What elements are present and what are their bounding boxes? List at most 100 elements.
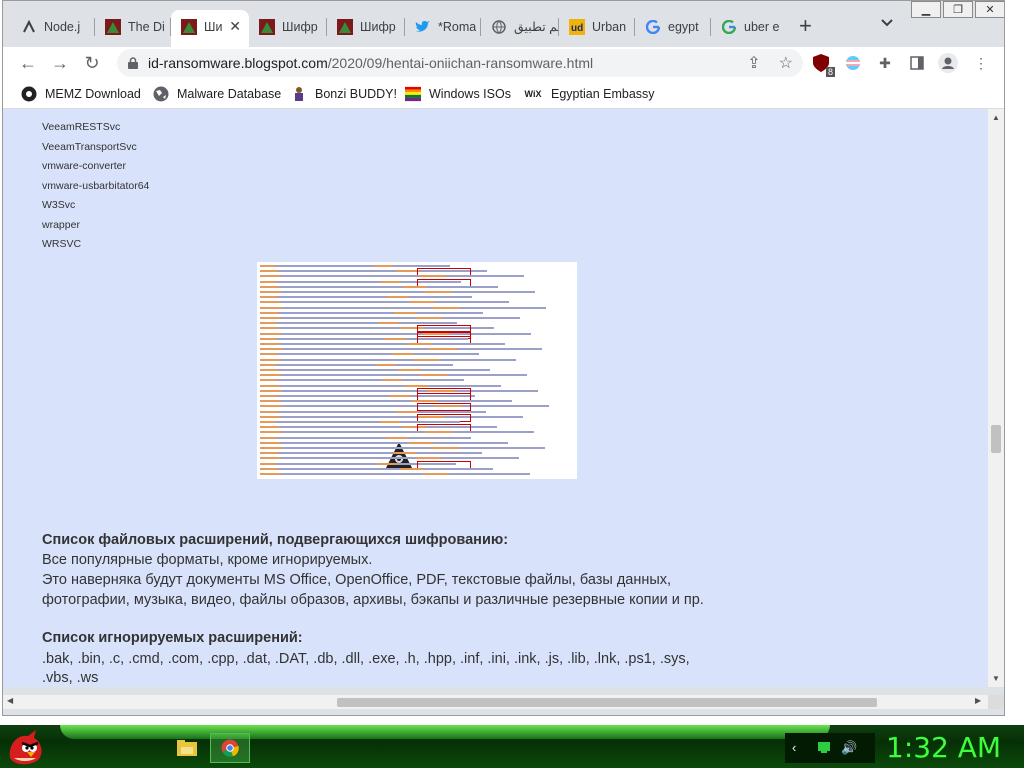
horizontal-scrollbar[interactable]: ◀ ▶: [3, 695, 988, 709]
close-window-icon[interactable]: ✕: [975, 1, 1004, 18]
paragraph-line: Все популярные форматы, кроме игнорируем…: [42, 552, 373, 568]
log-line: [260, 301, 509, 304]
tab-shifr-2[interactable]: Шифр: [327, 10, 405, 43]
scroll-right-icon[interactable]: ▶: [975, 696, 981, 705]
share-icon[interactable]: ⇪: [747, 53, 760, 73]
paragraph-line: Это наверняка будут документы MS Office,…: [42, 572, 672, 588]
bookmark-label: MEMZ Download: [45, 87, 141, 101]
new-tab-button[interactable]: +: [799, 15, 812, 37]
log-line: [260, 436, 471, 439]
log-line: [260, 415, 523, 418]
scroll-left-icon[interactable]: ◀: [7, 696, 13, 705]
tab-twitter[interactable]: *Roma: [405, 10, 481, 43]
maximize-icon[interactable]: ❐: [943, 1, 973, 18]
profile-avatar-icon[interactable]: [938, 53, 958, 73]
bookmark-egyptian-embassy[interactable]: WiX Egyptian Embassy: [523, 85, 655, 103]
service-item: W3Svc: [42, 199, 76, 211]
log-line: [260, 441, 508, 444]
ublock-extension-icon[interactable]: 8: [811, 53, 835, 77]
bookmarks-bar: MEMZ Download Malware Database Bonzi BUD…: [3, 79, 1004, 109]
service-item: VeeamRESTSvc: [42, 121, 121, 133]
file-explorer-icon[interactable]: [173, 735, 201, 761]
log-line: [260, 379, 464, 382]
log-line: [260, 275, 524, 278]
log-line: [260, 384, 501, 387]
log-line: [260, 332, 531, 335]
address-bar[interactable]: id-ransomware.blogspot.com/2020/09/henta…: [117, 49, 803, 77]
scroll-down-icon[interactable]: ▼: [992, 674, 1000, 683]
minimize-icon[interactable]: ▁: [911, 1, 941, 18]
chrome-icon: [21, 86, 37, 102]
scroll-thumb[interactable]: [991, 425, 1001, 453]
bookmark-label: Malware Database: [177, 87, 282, 101]
log-line: [260, 358, 516, 361]
svg-text:ud: ud: [571, 23, 583, 34]
tab-title: uber e: [744, 19, 780, 34]
network-icon[interactable]: [817, 740, 831, 757]
paragraph-line: фотографии, музыка, видео, файлы образов…: [42, 592, 704, 608]
start-button-angry-bird-icon[interactable]: [6, 728, 46, 766]
service-item: WRSVC: [42, 238, 82, 250]
extension-badge: 8: [825, 67, 835, 77]
service-item: vmware-usbarbitator64: [42, 180, 150, 192]
taskbar-clock[interactable]: 1:32 AM: [886, 731, 1001, 764]
tab-the-di[interactable]: The Di: [95, 10, 171, 43]
log-line: [260, 306, 546, 309]
paragraph-line: .bak, .bin, .c, .cmd, .com, .cpp, .dat, …: [42, 651, 690, 667]
tab-shifr-1[interactable]: Шифр: [249, 10, 327, 43]
tab-title: Шифр: [360, 19, 396, 34]
tab-node[interactable]: Node.j: [11, 10, 95, 43]
back-icon[interactable]: ←: [17, 52, 39, 74]
log-line: [260, 363, 453, 366]
paragraph-line: .vbs, .ws: [42, 670, 99, 686]
bookmark-malware-database[interactable]: Malware Database: [153, 85, 281, 103]
blogger-icon: [259, 18, 275, 35]
tab-uber[interactable]: uber e: [711, 10, 789, 43]
extensions-heading: Список файловых расширений, подвергающих…: [42, 532, 509, 548]
log-line: [260, 265, 450, 267]
url-host: id-ransomware.blogspot.com: [148, 55, 328, 71]
menu-kebab-icon[interactable]: ⋮: [971, 53, 991, 73]
tab-title: تم تطبيق: [514, 20, 559, 34]
volume-icon[interactable]: 🔊: [841, 740, 857, 756]
scroll-up-icon[interactable]: ▲: [992, 113, 1000, 122]
google-icon: [645, 19, 661, 35]
tab-search-icon[interactable]: [881, 19, 893, 27]
tab-egypt[interactable]: egypt: [635, 10, 711, 43]
lock-icon[interactable]: [128, 57, 138, 69]
log-line: [260, 322, 457, 325]
bookmark-bonzi[interactable]: Bonzi BUDDY!: [291, 85, 397, 103]
extensions-puzzle-icon[interactable]: ✚: [875, 53, 895, 73]
toolbar: ← → ↻ id-ransomware.blogspot.com/2020/09…: [3, 47, 1004, 79]
tab-arabic[interactable]: تم تطبيق: [481, 10, 559, 43]
pride-extension-icon[interactable]: [843, 53, 863, 73]
vertical-scrollbar[interactable]: ▲ ▼: [988, 109, 1004, 687]
chrome-icon[interactable]: [216, 735, 244, 761]
node-icon: [21, 19, 37, 35]
blogger-icon: [105, 18, 121, 35]
reload-icon[interactable]: ↻: [81, 52, 103, 74]
tab-urban[interactable]: ud Urban: [559, 10, 635, 43]
log-line: [260, 374, 527, 377]
horizontal-scroll-thumb[interactable]: [337, 698, 877, 707]
browser-window: Node.j The Di Ши ✕ Шифр Шифр *Roma تم تط…: [2, 0, 1005, 716]
bookmark-star-icon[interactable]: ☆: [779, 53, 793, 73]
omnibox-actions: ⇪ ☆: [747, 53, 793, 73]
ignored-extensions-heading: Список игнорируемых расширений:: [42, 630, 303, 646]
bookmark-windows-isos[interactable]: Windows ISOs: [405, 85, 511, 103]
side-panel-icon[interactable]: [907, 53, 927, 73]
log-line: [260, 291, 535, 293]
forward-icon[interactable]: →: [49, 52, 71, 74]
tab-title: Ши: [204, 19, 223, 34]
log-screenshot-image[interactable]: [257, 262, 577, 479]
close-tab-icon[interactable]: ✕: [229, 18, 241, 35]
log-line: [260, 343, 505, 345]
blogger-icon: [337, 18, 353, 35]
tray-chevron-icon[interactable]: ‹: [792, 740, 796, 755]
tab-active[interactable]: Ши ✕: [171, 10, 249, 47]
desktop-background: [1005, 0, 1024, 725]
log-line: [260, 311, 483, 314]
bookmark-memz[interactable]: MEMZ Download: [21, 85, 141, 103]
log-line: [260, 457, 519, 460]
wix-icon: WiX: [524, 89, 542, 99]
